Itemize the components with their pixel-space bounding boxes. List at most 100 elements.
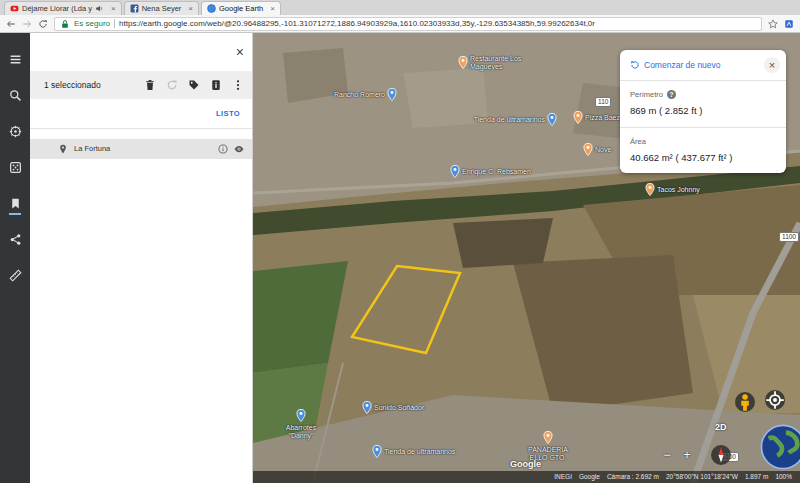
road-shield: 1100 bbox=[779, 232, 799, 242]
status-item: 20°58'00"N 101°18'24"W bbox=[666, 472, 738, 482]
voyager-icon bbox=[9, 125, 22, 138]
browser-tab[interactable]: Déjame Llorar (Lda y× bbox=[4, 1, 122, 15]
place-label[interactable]: Rancho Romero bbox=[315, 88, 397, 101]
measure-close-button[interactable]: × bbox=[764, 57, 780, 73]
extension-icon[interactable] bbox=[784, 19, 794, 29]
dice-icon bbox=[9, 161, 22, 174]
more-icon bbox=[232, 79, 244, 91]
status-item: INEGI bbox=[554, 472, 572, 482]
selection-bar: 1 seleccionado bbox=[30, 71, 252, 99]
place-label[interactable]: Tacos Johnny bbox=[645, 183, 713, 196]
lock-icon bbox=[60, 19, 70, 29]
rail-button[interactable] bbox=[0, 157, 30, 177]
place-label[interactable]: Restaurante Los Magueyes bbox=[458, 55, 532, 70]
area-label-row: Área bbox=[630, 136, 776, 147]
pegman-icon[interactable] bbox=[735, 392, 755, 412]
place-label[interactable]: Enrique C. Rebsamen bbox=[450, 165, 542, 178]
zoom-in-button[interactable]: + bbox=[679, 447, 695, 463]
map-pin-icon[interactable] bbox=[547, 113, 557, 126]
rail-button[interactable] bbox=[0, 85, 30, 105]
area-value: 40.662 m² ( 437.677 ft² ) bbox=[630, 151, 776, 165]
tab-close-button[interactable]: × bbox=[270, 5, 275, 13]
zoom-out-button[interactable]: − bbox=[659, 447, 675, 463]
speaker-icon[interactable] bbox=[95, 4, 104, 13]
globe-icon[interactable] bbox=[760, 424, 800, 470]
status-item: 1.897 m bbox=[745, 472, 769, 482]
tab-close-button[interactable]: × bbox=[188, 5, 193, 13]
map-pin-icon[interactable] bbox=[372, 445, 382, 458]
tag-button[interactable] bbox=[188, 79, 200, 91]
done-button[interactable]: LISTO bbox=[216, 108, 240, 119]
earth-icon bbox=[207, 4, 216, 13]
rail-button[interactable] bbox=[0, 229, 30, 249]
selection-count: 1 seleccionado bbox=[44, 79, 101, 92]
youtube-icon bbox=[10, 4, 19, 13]
delete-button[interactable] bbox=[144, 79, 156, 91]
measure-header: Comenzar de nuevo × bbox=[620, 50, 786, 80]
info-icon[interactable] bbox=[218, 144, 228, 154]
address-row: Es segurohttps://earth.google.com/web/@2… bbox=[0, 15, 800, 33]
map-pin-icon[interactable] bbox=[296, 409, 306, 422]
share-icon bbox=[9, 233, 22, 246]
address-bar[interactable]: Es segurohttps://earth.google.com/web/@2… bbox=[54, 17, 762, 31]
place-label[interactable]: Tienda de ultramarinos bbox=[372, 445, 464, 458]
tab-label: Nena Seyer bbox=[142, 3, 182, 14]
place-name: Abarrotes "Danny" bbox=[278, 424, 324, 439]
browser-tab[interactable]: Google Earth× bbox=[201, 1, 281, 15]
place-name: Rancho Romero bbox=[315, 91, 385, 99]
star-icon[interactable] bbox=[768, 19, 778, 29]
place-label[interactable]: Nove bbox=[583, 143, 621, 156]
panel-close-button[interactable]: × bbox=[236, 45, 244, 59]
tab-close-button[interactable]: × bbox=[111, 5, 116, 13]
view-mode-button[interactable]: 2D bbox=[715, 421, 727, 435]
perimeter-label: Perímetro bbox=[630, 89, 663, 100]
status-bar: INEGIGoogleCámara : 2.692 m20°58'00"N 10… bbox=[253, 471, 800, 483]
map-pin-icon[interactable] bbox=[645, 183, 655, 196]
help-button[interactable]: ? bbox=[667, 90, 676, 99]
place-name: Tacos Johnny bbox=[657, 186, 713, 194]
area-section: Área 40.662 m² ( 437.677 ft² ) bbox=[620, 127, 786, 174]
place-label[interactable]: Abarrotes "Danny" bbox=[278, 409, 324, 439]
search-icon bbox=[9, 89, 22, 102]
placemark-icon bbox=[58, 144, 68, 154]
browser-window: Déjame Llorar (Lda y×Nena Seyer×Google E… bbox=[0, 0, 800, 483]
place-name: Restaurante Los Magueyes bbox=[470, 55, 532, 70]
browser-tab[interactable]: Nena Seyer × bbox=[124, 1, 199, 15]
place-name: Enrique C. Rebsamen bbox=[462, 168, 542, 176]
refresh-button bbox=[166, 79, 178, 91]
feature-row[interactable]: La Fortuna bbox=[30, 139, 252, 159]
map-watermark: Google bbox=[510, 458, 541, 472]
map-view[interactable]: Restaurante Los Magueyes Rancho Romero Tie… bbox=[253, 33, 800, 483]
map-pin-icon[interactable] bbox=[543, 431, 553, 444]
delete-icon bbox=[144, 79, 156, 91]
rail-button[interactable] bbox=[0, 49, 30, 69]
side-rail bbox=[0, 33, 30, 483]
my-location-icon[interactable] bbox=[765, 390, 785, 410]
map-pin-icon[interactable] bbox=[583, 143, 593, 156]
map-pin-icon[interactable] bbox=[458, 56, 468, 69]
place-label[interactable]: Tienda de ultramarinos bbox=[463, 113, 557, 126]
measure-card: Comenzar de nuevo×Perímetro?869 m ( 2.85… bbox=[620, 50, 786, 173]
place-label[interactable]: PANADERIA ELLO GTO. bbox=[524, 431, 572, 461]
url[interactable]: https://earth.google.com/web/@20.9648829… bbox=[119, 18, 595, 30]
map-pin-icon[interactable] bbox=[387, 88, 397, 101]
rail-button[interactable] bbox=[0, 121, 30, 141]
rail-button[interactable] bbox=[0, 193, 30, 213]
feature-label: La Fortuna bbox=[74, 143, 212, 154]
back-icon[interactable] bbox=[6, 19, 16, 29]
restart-button[interactable]: Comenzar de nuevo bbox=[630, 59, 721, 72]
more-button[interactable] bbox=[232, 79, 244, 91]
place-name: Tienda de ultramarinos bbox=[463, 116, 545, 124]
map-pin-icon[interactable] bbox=[362, 401, 372, 414]
place-label[interactable]: Sonido Soñador bbox=[362, 401, 438, 414]
compass-icon[interactable] bbox=[711, 445, 731, 465]
earth-app: × 1 seleccionado LISTO La Fortuna Restaurant… bbox=[0, 33, 800, 483]
info-icon bbox=[210, 79, 222, 91]
reload-icon[interactable] bbox=[38, 19, 48, 29]
area-label: Área bbox=[630, 136, 646, 147]
map-pin-icon[interactable] bbox=[450, 165, 460, 178]
eye-icon[interactable] bbox=[234, 144, 244, 154]
info-button[interactable] bbox=[210, 79, 222, 91]
rail-button[interactable] bbox=[0, 265, 30, 285]
map-pin-icon[interactable] bbox=[573, 111, 583, 124]
